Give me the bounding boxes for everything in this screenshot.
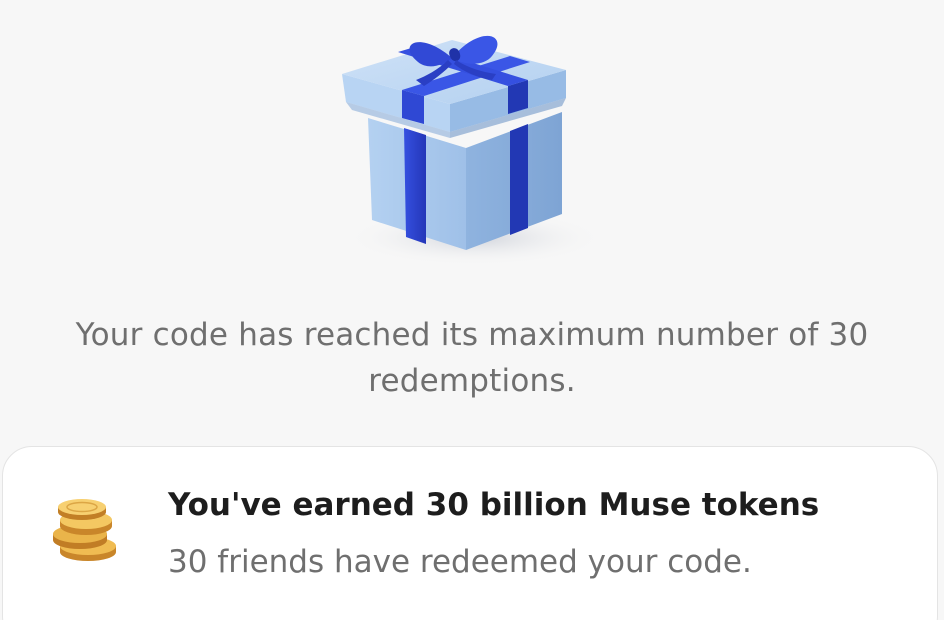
message-line-1: Your code has reached its maximum number… (75, 317, 869, 353)
message-line-2: redemptions. (368, 363, 576, 399)
reward-title: You've earned 30 billion Muse tokens (168, 487, 820, 523)
coins-icon (46, 496, 126, 576)
reward-subtitle: 30 friends have redeemed your code. (168, 544, 752, 580)
reward-card (2, 446, 938, 620)
redemption-limit-message: Your code has reached its maximum number… (0, 312, 944, 404)
gift-box-icon (300, 0, 640, 280)
redemption-limit-screen: Your code has reached its maximum number… (0, 0, 944, 620)
